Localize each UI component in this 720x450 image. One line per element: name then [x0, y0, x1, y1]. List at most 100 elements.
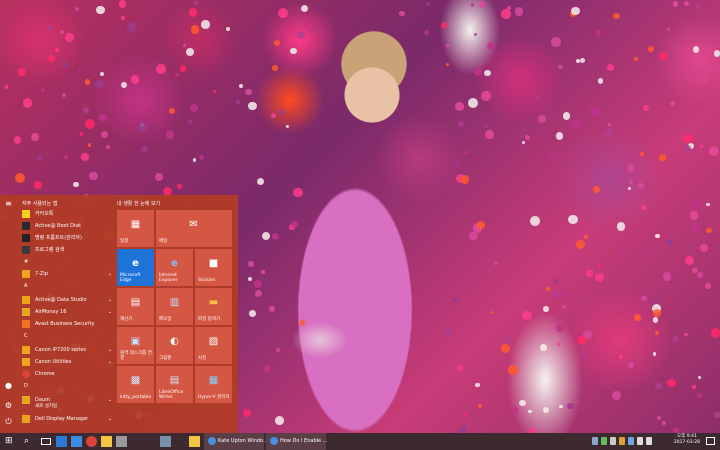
app-item-command-prompt[interactable]: 명령 프롬프트(관리자) — [22, 233, 112, 243]
tray-icon[interactable] — [619, 437, 625, 445]
tiles-group-title: 내 생활 한 눈에 보기 — [117, 201, 161, 207]
app-item-7zip[interactable]: 7-Zip ⌄ — [22, 269, 112, 279]
wallpaper-flower — [47, 25, 54, 32]
wallpaper-flower — [455, 102, 464, 111]
tile-calculator[interactable]: ▤ 계산기 — [117, 288, 154, 325]
mail-icon: ✉ — [189, 219, 198, 230]
clock[interactable]: 오후 9:41 2017-03-28 — [674, 434, 700, 446]
wallpaper-flower — [566, 402, 574, 410]
app-item-airmoney[interactable]: AirMoney 16 ⌄ — [22, 307, 112, 317]
volume-icon[interactable] — [637, 437, 643, 445]
app-item-chrome[interactable]: Chrome — [22, 369, 112, 379]
taskbar-window-how-do-i[interactable]: How Do I Enable ... — [266, 433, 327, 450]
hamburger-icon[interactable]: ≡ — [4, 199, 13, 208]
tile-stickies[interactable]: ■ Stickies — [195, 249, 232, 286]
wallpaper-flower — [201, 20, 210, 29]
wallpaper-flower — [534, 95, 539, 100]
edge-icon: e — [132, 258, 139, 269]
wallpaper-flower — [238, 84, 243, 88]
tile-hyperv[interactable]: ▦ Hyper-V 관리자 — [195, 366, 232, 403]
user-icon[interactable]: ● — [4, 381, 13, 390]
app-pin-icon[interactable] — [71, 436, 82, 447]
notification-icon[interactable] — [706, 437, 715, 445]
wallpaper-flower — [168, 108, 175, 114]
tile-paint[interactable]: ◐ 그림판 — [156, 327, 193, 364]
task-view-icon[interactable] — [41, 438, 51, 445]
windows-start-icon[interactable]: ⊞ — [5, 436, 15, 447]
wallpaper-flower — [629, 180, 634, 185]
chrome-pin-icon[interactable] — [86, 436, 97, 447]
app-item-new-installed[interactable]: 새로 설치됨 — [22, 402, 112, 412]
wallpaper-flower — [47, 54, 56, 63]
app-list[interactable]: 자주 사용되는 앱 카카오톡 Active@ Boot Disk 명령 프롬프트… — [22, 199, 112, 431]
wallpaper-flower — [87, 143, 92, 147]
language-icon[interactable] — [646, 437, 652, 445]
tray-icon[interactable] — [601, 437, 607, 445]
wallpaper-flower — [297, 30, 305, 39]
tile-calendar[interactable]: ▦ 일정 — [117, 210, 154, 247]
chevron-down-icon: ⌄ — [107, 271, 112, 277]
wallpaper-flower — [501, 344, 511, 354]
wallpaper-flower — [659, 153, 667, 161]
wallpaper-flower — [540, 344, 547, 351]
wallpaper-flower — [77, 69, 82, 74]
wallpaper-flower — [286, 124, 290, 128]
app-item-avast[interactable]: Avast Business Security — [22, 319, 112, 329]
ie-icon: e — [171, 258, 178, 269]
wallpaper-flower — [248, 277, 253, 282]
app2-pin-icon[interactable] — [116, 436, 127, 447]
wallpaper-flower — [709, 146, 719, 156]
power-icon[interactable]: ⏻ — [4, 417, 13, 426]
wallpaper-flower — [562, 112, 570, 120]
wallpaper-flower — [700, 144, 704, 148]
app-item-canon-utilities[interactable]: Canon Utilities ⌄ — [22, 357, 112, 367]
kitty-icon: ▩ — [130, 375, 141, 386]
tile-internet-explorer[interactable]: e Internet Explorer — [156, 249, 193, 286]
tile-photos[interactable]: ▨ 사진 — [195, 327, 232, 364]
app3-pin-icon[interactable] — [160, 436, 171, 447]
app-item-active-boot-disk[interactable]: Active@ Boot Disk — [22, 221, 112, 231]
wallpaper-flower — [458, 121, 465, 128]
tile-file-explorer[interactable]: ▬ 파일 탐색기 — [195, 288, 232, 325]
app-item-canon-ip7200[interactable]: Canon iP7200 series ⌄ — [22, 345, 112, 355]
wallpaper-flower — [464, 150, 469, 155]
tile-mail[interactable]: ✉ 메일 — [156, 210, 232, 247]
wallpaper-flower — [467, 98, 478, 109]
tray-icon[interactable] — [610, 437, 616, 445]
section-letter[interactable]: C — [24, 333, 28, 339]
settings-icon[interactable]: ⚙ — [4, 401, 13, 410]
wallpaper-flower — [423, 29, 429, 35]
wallpaper-flower — [141, 145, 148, 153]
wallpaper-flower — [440, 22, 448, 29]
wallpaper-flower — [245, 88, 252, 96]
tile-remote-desktop[interactable]: ▣ 원격 데스크톱 연결 — [117, 327, 154, 364]
search-icon[interactable]: ⌕ — [24, 436, 34, 447]
app-item-kakaotalk[interactable]: 카카오톡 — [22, 209, 112, 219]
wallpaper-flower — [713, 50, 720, 57]
wallpaper-flower — [446, 62, 450, 66]
wallpaper-flower — [59, 30, 64, 35]
tile-kitty[interactable]: ▩ kitty_portable — [117, 366, 154, 403]
calculator-icon: ▤ — [130, 297, 141, 308]
tile-edge[interactable]: e Microsoft Edge — [117, 249, 154, 286]
section-letter[interactable]: A — [24, 283, 27, 289]
explorer-pin-icon[interactable] — [56, 436, 67, 447]
wallpaper-flower — [137, 122, 148, 132]
wallpaper-flower — [689, 211, 699, 220]
folder-pin-icon[interactable] — [101, 436, 112, 447]
app-item-program-search[interactable]: 프로그램 검색 — [22, 245, 112, 255]
wallpaper-flower — [654, 331, 659, 336]
taskbar-window-kate-upton[interactable]: Kate Upton Windo... — [204, 433, 268, 450]
wallpaper-flower — [225, 26, 231, 31]
wallpaper-flower — [696, 271, 704, 279]
section-letter[interactable]: # — [24, 259, 28, 265]
network-icon[interactable] — [628, 437, 634, 445]
tray-icon[interactable] — [592, 437, 598, 445]
tile-notepad[interactable]: ▥ 메모장 — [156, 288, 193, 325]
tile-libreoffice-writer[interactable]: ▤ LibreOffice Writer — [156, 366, 193, 403]
section-letter[interactable]: D — [24, 383, 28, 389]
app-item-dell-display[interactable]: Dell Display Manager ⌄ — [22, 414, 112, 424]
wallpaper-flower — [695, 3, 702, 10]
folder2-pin-icon[interactable] — [189, 436, 200, 447]
app-item-active-data-studio[interactable]: Active@ Data Studio ⌄ — [22, 295, 112, 305]
